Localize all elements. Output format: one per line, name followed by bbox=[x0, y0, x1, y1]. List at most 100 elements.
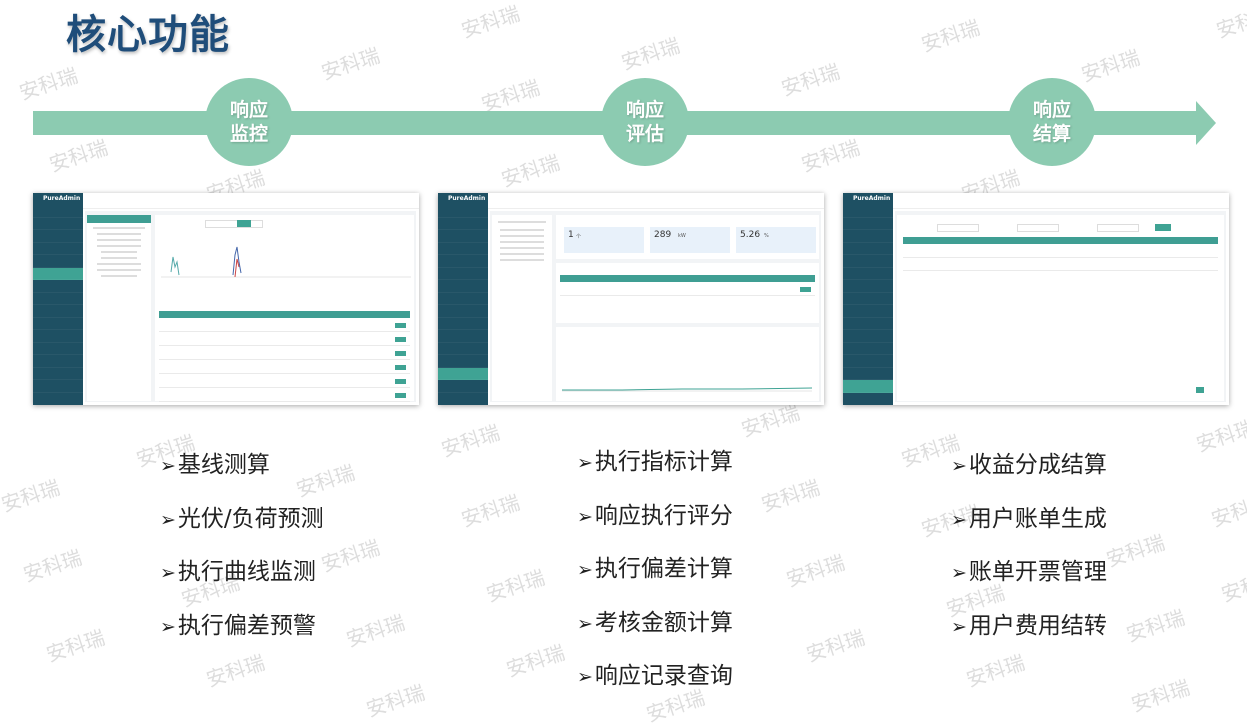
detail-button[interactable] bbox=[395, 337, 406, 342]
query-button[interactable] bbox=[1155, 224, 1171, 231]
table-row bbox=[903, 258, 1218, 271]
table-header bbox=[903, 237, 1218, 244]
main-panel bbox=[155, 215, 414, 402]
table-row bbox=[159, 361, 410, 374]
watermark: 安科瑞 bbox=[293, 460, 358, 502]
table-row bbox=[159, 333, 410, 346]
bullet-arrow-icon: ➢ bbox=[160, 509, 176, 531]
feature-item: ➢执行指标计算 bbox=[577, 449, 733, 475]
sidebar: PureAdmin bbox=[438, 193, 488, 405]
kpi-unit: 个 bbox=[576, 234, 582, 240]
feature-item: ➢执行偏差计算 bbox=[577, 556, 733, 582]
sidebar: PureAdmin bbox=[33, 193, 83, 405]
main-panel bbox=[897, 215, 1224, 401]
bullet-arrow-icon: ➢ bbox=[577, 452, 593, 474]
watermark: 安科瑞 bbox=[318, 43, 383, 85]
feature-item: ➢用户费用结转 bbox=[951, 613, 1107, 639]
feature-item: ➢执行偏差预警 bbox=[160, 613, 316, 639]
stage-label: 响应 bbox=[229, 99, 268, 121]
pagination-current[interactable] bbox=[1196, 387, 1204, 393]
tree-panel bbox=[87, 215, 151, 401]
watermark: 安科瑞 bbox=[1213, 1, 1247, 43]
screenshot-monitoring: PureAdmin bbox=[33, 193, 419, 405]
feature-item: ➢响应记录查询 bbox=[577, 663, 733, 689]
feature-item: ➢基线测算 bbox=[160, 452, 270, 478]
table-row bbox=[159, 375, 410, 388]
watermark: 安科瑞 bbox=[43, 625, 108, 667]
watermark: 安科瑞 bbox=[16, 63, 81, 105]
stage-label: 结算 bbox=[1032, 123, 1071, 145]
watermark: 安科瑞 bbox=[618, 33, 683, 75]
kpi-value: 1 bbox=[568, 230, 574, 240]
detail-button[interactable] bbox=[395, 323, 406, 328]
sidebar: PureAdmin bbox=[843, 193, 893, 405]
watermark: 安科瑞 bbox=[458, 1, 523, 43]
feature-item: ➢执行曲线监测 bbox=[160, 559, 316, 585]
screenshot-settlement: PureAdmin bbox=[843, 193, 1229, 405]
detail-button[interactable] bbox=[800, 287, 811, 292]
detail-button[interactable] bbox=[395, 393, 406, 398]
watermark: 安科瑞 bbox=[1103, 530, 1168, 572]
watermark: 安科瑞 bbox=[318, 535, 383, 577]
table-row bbox=[159, 347, 410, 360]
watermark: 安科瑞 bbox=[503, 640, 568, 682]
bullet-arrow-icon: ➢ bbox=[577, 559, 593, 581]
arrow-head-icon bbox=[1196, 101, 1216, 145]
stage-label: 响应 bbox=[1032, 99, 1071, 121]
kpi-panel: 1 个 289 kW 5.26 % bbox=[556, 215, 819, 259]
table-row bbox=[560, 283, 815, 296]
watermark: 安科瑞 bbox=[1218, 565, 1247, 607]
kpi-card: 5.26 % bbox=[736, 227, 816, 253]
watermark: 安科瑞 bbox=[803, 625, 868, 667]
feature-item: ➢考核金额计算 bbox=[577, 610, 733, 636]
app-logo: PureAdmin bbox=[43, 195, 81, 202]
watermark: 安科瑞 bbox=[778, 59, 843, 101]
table-row bbox=[903, 245, 1218, 258]
watermark: 安科瑞 bbox=[0, 475, 63, 517]
watermark: 安科瑞 bbox=[758, 475, 823, 517]
bullet-arrow-icon: ➢ bbox=[160, 616, 176, 638]
watermark: 安科瑞 bbox=[20, 545, 85, 587]
table-header bbox=[159, 311, 410, 318]
top-bar bbox=[83, 193, 419, 209]
stage-label: 监控 bbox=[229, 123, 268, 145]
stage-response-evaluation: 响应 评估 bbox=[601, 78, 689, 166]
stage-response-settlement: 响应 结算 bbox=[1008, 78, 1096, 166]
evaluation-line-chart bbox=[562, 387, 812, 392]
detail-button[interactable] bbox=[395, 379, 406, 384]
content-area: 1 个 289 kW 5.26 % bbox=[490, 211, 821, 402]
record-panel bbox=[556, 263, 819, 323]
kpi-value: 289 bbox=[654, 230, 672, 240]
watermark: 安科瑞 bbox=[498, 150, 563, 192]
bullet-arrow-icon: ➢ bbox=[951, 509, 967, 531]
watermark: 安科瑞 bbox=[918, 15, 983, 57]
watermark: 安科瑞 bbox=[1193, 415, 1247, 457]
watermark: 安科瑞 bbox=[46, 135, 111, 177]
watermark: 安科瑞 bbox=[343, 610, 408, 652]
bullet-arrow-icon: ➢ bbox=[951, 562, 967, 584]
page-title: 核心功能 bbox=[66, 12, 230, 58]
watermark: 安科瑞 bbox=[1123, 605, 1188, 647]
bullet-arrow-icon: ➢ bbox=[577, 666, 593, 688]
top-bar bbox=[893, 193, 1229, 209]
kpi-unit: % bbox=[764, 233, 769, 239]
feature-item: ➢收益分成结算 bbox=[951, 452, 1107, 478]
feature-item: ➢用户账单生成 bbox=[951, 506, 1107, 532]
bullet-arrow-icon: ➢ bbox=[951, 616, 967, 638]
bullet-arrow-icon: ➢ bbox=[577, 506, 593, 528]
detail-button[interactable] bbox=[395, 365, 406, 370]
kpi-value: 5.26 bbox=[740, 230, 761, 240]
screenshot-evaluation: PureAdmin 1 个 289 kW 5.26 % bbox=[438, 193, 824, 405]
detail-button[interactable] bbox=[395, 351, 406, 356]
content-area bbox=[85, 211, 416, 402]
query-button[interactable] bbox=[237, 220, 251, 227]
watermark: 安科瑞 bbox=[363, 680, 428, 722]
bullet-arrow-icon: ➢ bbox=[160, 562, 176, 584]
feature-item: ➢响应执行评分 bbox=[577, 503, 733, 529]
bullet-arrow-icon: ➢ bbox=[951, 455, 967, 477]
bullet-arrow-icon: ➢ bbox=[577, 613, 593, 635]
feature-item: ➢账单开票管理 bbox=[951, 559, 1107, 585]
table-row bbox=[159, 389, 410, 402]
watermark: 安科瑞 bbox=[1128, 675, 1193, 717]
kpi-unit: kW bbox=[678, 233, 686, 239]
